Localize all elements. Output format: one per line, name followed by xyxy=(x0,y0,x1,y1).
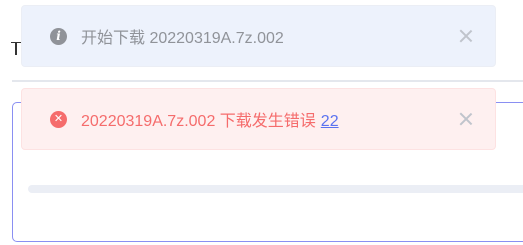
error-detail-link[interactable]: 22 xyxy=(321,113,339,130)
error-circle-icon: ✕ xyxy=(50,110,67,128)
info-notification: i 开始下载 20220319A.7z.002 xyxy=(21,5,496,67)
error-notification: ✕ 20220319A.7z.002 下载发生错误 22 xyxy=(21,88,496,150)
divider xyxy=(12,80,523,82)
progress-bar xyxy=(28,185,523,193)
page: i 开始下载 20220319A.7z.002 ✕ 20220319A.7z.0… xyxy=(0,0,523,245)
info-icon: i xyxy=(50,27,67,45)
close-icon[interactable] xyxy=(459,29,473,43)
close-icon[interactable] xyxy=(459,112,473,126)
error-notification-text: 20220319A.7z.002 下载发生错误 22 xyxy=(81,107,339,131)
error-notification-message: 20220319A.7z.002 下载发生错误 xyxy=(81,113,316,130)
partial-title-glyph xyxy=(11,42,21,55)
info-notification-message: 开始下载 20220319A.7z.002 xyxy=(81,30,284,47)
